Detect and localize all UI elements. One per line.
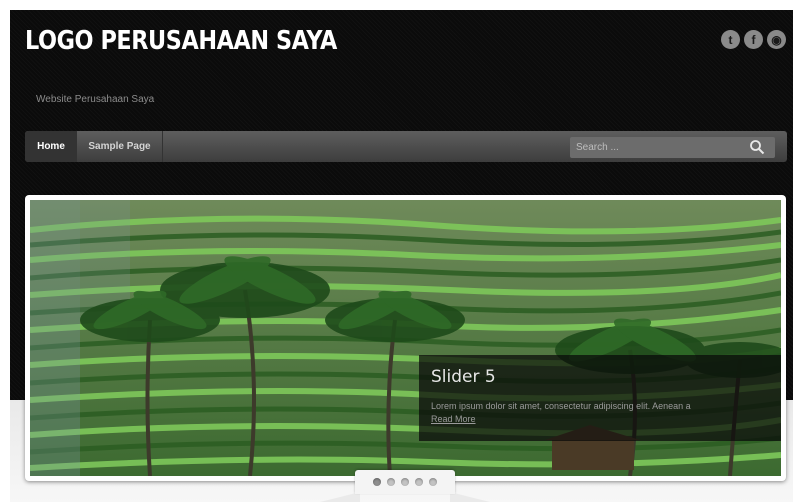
search-input[interactable] [570,137,740,158]
facebook-icon[interactable]: f [744,30,763,49]
pager-wing-right [450,492,490,502]
main-navigation: Home Sample Page [25,131,787,162]
caption-title: Slider 5 [431,367,496,387]
read-more-link[interactable]: Read More [431,414,476,424]
slider-dot-5[interactable] [429,478,437,486]
image-slider: Slider 5 Lorem ipsum dolor sit amet, con… [25,195,786,481]
site-tagline: Website Perusahaan Saya [36,94,155,105]
slide-caption: Slider 5 Lorem ipsum dolor sit amet, con… [419,355,781,441]
slider-dot-2[interactable] [387,478,395,486]
pager-dots [355,470,455,494]
pager-wing-left [320,492,360,502]
search-icon[interactable] [749,139,765,155]
nav-item-home[interactable]: Home [25,131,77,162]
rss-icon[interactable]: ◉ [767,30,786,49]
search-box [570,137,775,158]
twitter-icon[interactable]: t [721,30,740,49]
social-links: t f ◉ [721,30,786,49]
caption-description: Lorem ipsum dolor sit amet, consectetur … [431,401,691,411]
slider-dot-4[interactable] [415,478,423,486]
slider-dot-3[interactable] [401,478,409,486]
caption-text: Lorem ipsum dolor sit amet, consectetur … [431,400,771,426]
nav-item-sample-page[interactable]: Sample Page [77,131,163,162]
slider-dot-1[interactable] [373,478,381,486]
site-logo[interactable]: LOGO PERUSAHAAN SAYA [25,26,337,56]
slider-pager [320,470,490,502]
slide-image[interactable]: Slider 5 Lorem ipsum dolor sit amet, con… [30,200,781,476]
